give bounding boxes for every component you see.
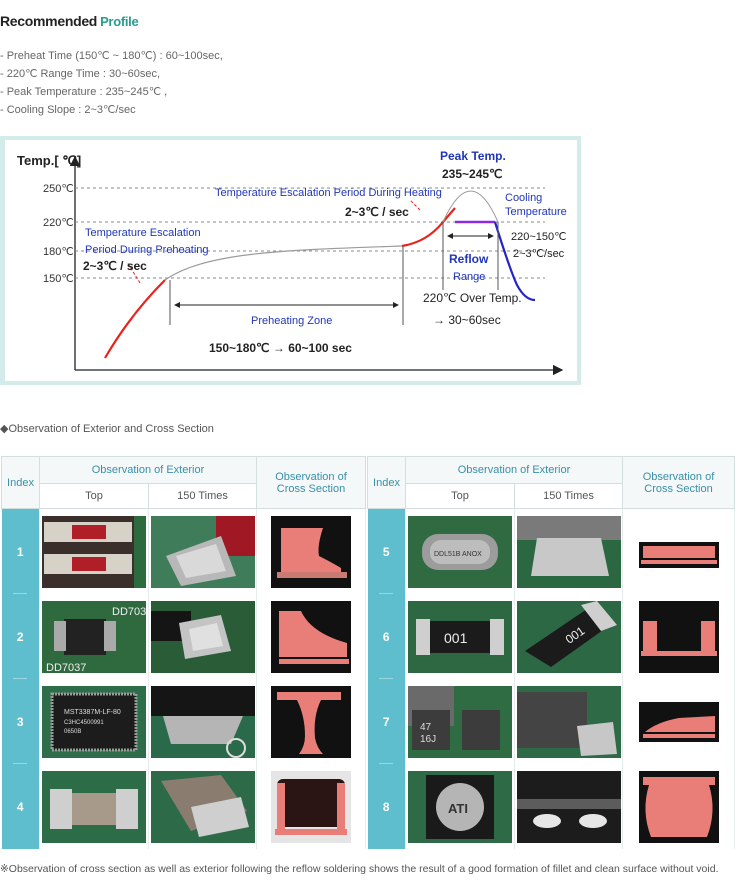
title-highlight: Profile	[100, 14, 139, 29]
photo-top-7: 47 16J	[405, 679, 515, 764]
photo-150x-1	[148, 508, 257, 594]
cooling-range: 220~150℃	[511, 231, 566, 243]
header-top: Top	[405, 483, 515, 509]
cooling-slope: 2~3℃/sec	[513, 248, 565, 260]
profile-panel: Temp.[ ℃] 250℃ 220℃ 180℃ 150℃ Peak Temp.…	[5, 140, 577, 381]
header-cross-section: Observation of Cross Section	[256, 456, 366, 509]
header-top: Top	[39, 483, 149, 509]
row-index: 5	[367, 508, 406, 594]
spec-preheat: - Preheat Time (150℃ ~ 180℃) : 60~100sec…	[0, 50, 223, 62]
header-exterior: Observation of Exterior	[405, 456, 623, 484]
cross-section-3	[256, 679, 366, 764]
title-main: Recommended	[0, 13, 98, 29]
heating-escalation-value: 2~3℃ / sec	[345, 205, 409, 219]
cross-section-8	[622, 764, 735, 849]
row-index: 3	[1, 678, 40, 764]
table-row: 3 MST3387M-LF-80 C3HC4500991 0650B	[1, 678, 366, 764]
svg-text:DDL51B ANOX: DDL51B ANOX	[434, 551, 482, 558]
over-temp-time: → 30~60sec	[433, 313, 501, 327]
header-150-times: 150 Times	[514, 483, 623, 509]
row-index: 2	[1, 593, 40, 679]
page-title: Recommended Profile	[0, 13, 139, 29]
photo-150x-2	[148, 594, 257, 679]
header-exterior: Observation of Exterior	[39, 456, 257, 484]
photo-150x-3	[148, 679, 257, 764]
cross-section-1	[256, 508, 366, 594]
photo-150x-8	[514, 764, 623, 849]
row-index: 1	[1, 508, 40, 594]
cross-section-5	[622, 508, 735, 594]
over-temp-label: 220℃ Over Temp.	[423, 291, 522, 305]
spec-220-range: - 220℃ Range Time : 30~60sec,	[0, 68, 161, 80]
row-index: 4	[1, 763, 40, 849]
svg-text:C3HC4500991: C3HC4500991	[64, 720, 104, 726]
svg-text:ATI: ATI	[448, 801, 468, 816]
ytick-220: 220℃	[43, 217, 74, 229]
heating-pointer	[409, 199, 421, 211]
ytick-250: 250℃	[43, 183, 74, 195]
observation-table-left: Index Observation of Exterior Observatio…	[1, 456, 366, 849]
photo-top-8: ATI	[405, 764, 515, 849]
preheat-escalation-label-2: Period During Preheating	[85, 244, 209, 256]
photo-150x-7	[514, 679, 623, 764]
reflow-profile-diagram: Temp.[ ℃] 250℃ 220℃ 180℃ 150℃ Peak Temp.…	[17, 149, 567, 376]
photo-top-4	[39, 764, 149, 849]
heating-escalation-label: Temperature Escalation Period During Hea…	[215, 187, 442, 199]
svg-text:16J: 16J	[420, 734, 436, 745]
spec-peak: - Peak Temperature : 235~245℃ ,	[0, 86, 168, 98]
footnote: ※Observation of cross section as well as…	[0, 863, 719, 875]
row-index: 7	[367, 678, 406, 764]
row-index: 8	[367, 763, 406, 849]
curve-peak-hump	[442, 190, 499, 223]
cross-section-2	[256, 594, 366, 679]
observation-table-right: Index Observation of Exterior Observatio…	[367, 456, 735, 849]
cross-section-4	[256, 764, 366, 849]
ytick-180: 180℃	[43, 246, 74, 258]
svg-text:0650B: 0650B	[64, 729, 81, 735]
preheat-escalation-value: 2~3℃ / sec	[83, 259, 147, 273]
photo-150x-6: 001	[514, 594, 623, 679]
svg-text:001: 001	[444, 630, 468, 646]
header-index: Index	[367, 456, 406, 509]
table-row: 6 001 001	[367, 593, 735, 679]
header-cross-section: Observation of Cross Section	[622, 456, 735, 509]
table-row: 1	[1, 508, 366, 594]
profile-frame: Temp.[ ℃] 250℃ 220℃ 180℃ 150℃ Peak Temp.…	[0, 136, 581, 385]
photo-top-5: DDL51B ANOX	[405, 508, 515, 594]
table-row: 7 47 16J	[367, 678, 735, 764]
photo-150x-4	[148, 764, 257, 849]
preheat-zone-label: Preheating Zone	[251, 315, 332, 327]
photo-150x-5	[514, 508, 623, 594]
header-150-times: 150 Times	[148, 483, 257, 509]
svg-text:DD7037: DD7037	[46, 662, 86, 673]
spec-cooling: - Cooling Slope : 2~3℃/sec	[0, 104, 136, 116]
photo-top-6: 001	[405, 594, 515, 679]
cooling-label-2: Temperature	[505, 206, 567, 218]
ytick-150: 150℃	[43, 273, 74, 285]
preheat-escalation-label-1: Temperature Escalation	[85, 227, 201, 239]
photo-top-2: DD7037 DD7034	[39, 594, 149, 679]
table-row: 4	[1, 763, 366, 849]
table-row: 8 ATI	[367, 763, 735, 849]
svg-text:DD7034: DD7034	[112, 606, 146, 618]
photo-top-3: MST3387M-LF-80 C3HC4500991 0650B	[39, 679, 149, 764]
table-row: 2 DD7037 DD7034	[1, 593, 366, 679]
peak-title: Peak Temp.	[440, 149, 506, 163]
reflow-range-label: Range	[453, 271, 485, 283]
preheat-condition: 150~180℃ → 60~100 sec	[209, 341, 352, 355]
photo-top-1	[39, 508, 149, 594]
cooling-label-1: Cooling	[505, 192, 542, 204]
cross-section-6	[622, 594, 735, 679]
svg-text:MST3387M-LF-80: MST3387M-LF-80	[64, 709, 121, 716]
row-index: 6	[367, 593, 406, 679]
y-axis-label: Temp.[ ℃]	[17, 153, 81, 168]
table-row: 5 DDL51B ANOX	[367, 508, 735, 594]
header-index: Index	[1, 456, 40, 509]
reflow-label: Reflow	[449, 252, 489, 266]
curve-preheat-ramp	[104, 279, 166, 359]
cross-section-7	[622, 679, 735, 764]
peak-value: 235~245℃	[442, 167, 503, 181]
svg-text:47: 47	[420, 722, 432, 733]
section-title: ◆Observation of Exterior and Cross Secti…	[0, 423, 214, 435]
